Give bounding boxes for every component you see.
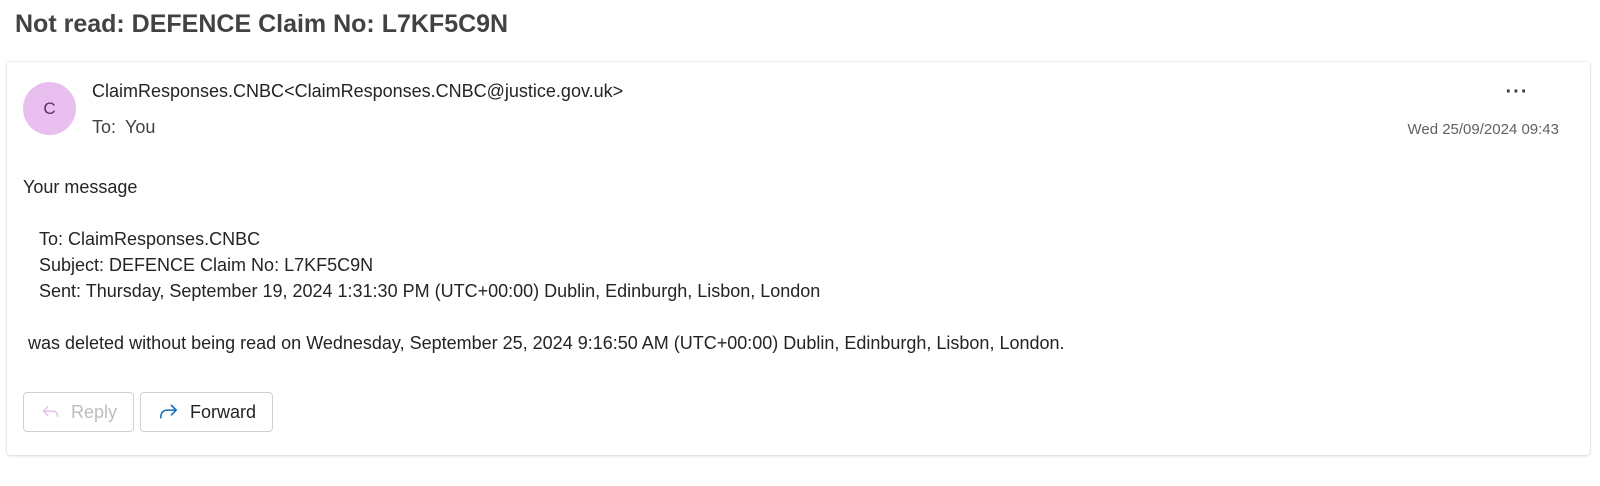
message-subject: Not read: DEFENCE Claim No: L7KF5C9N bbox=[15, 10, 509, 38]
avatar-initial: C bbox=[43, 98, 56, 118]
message-card: C ClaimResponses.CNBC<ClaimResponses.CNB… bbox=[7, 62, 1590, 455]
more-actions-icon[interactable]: ··· bbox=[1500, 76, 1534, 108]
reply-button[interactable]: Reply bbox=[23, 392, 134, 432]
quoted-subject: Subject: DEFENCE Claim No: L7KF5C9N bbox=[39, 255, 374, 275]
forward-arrow-icon bbox=[160, 404, 177, 419]
body-intro: Your message bbox=[23, 177, 138, 197]
reply-arrow-icon bbox=[42, 406, 59, 418]
to-label: To: bbox=[92, 117, 117, 137]
message-body: Your message To: ClaimResponses.CNBC Sub… bbox=[23, 174, 1065, 356]
quoted-to: To: ClaimResponses.CNBC bbox=[39, 229, 261, 249]
recipients-line: To: You bbox=[92, 117, 155, 138]
forward-button[interactable]: Forward bbox=[140, 392, 273, 432]
sender-email: <ClaimResponses.CNBC@justice.gov.uk> bbox=[284, 81, 624, 101]
body-final: was deleted without being read on Wednes… bbox=[28, 333, 1065, 353]
quoted-sent: Sent: Thursday, September 19, 2024 1:31:… bbox=[39, 281, 821, 301]
sender-line[interactable]: ClaimResponses.CNBC<ClaimResponses.CNBC@… bbox=[92, 81, 623, 102]
reply-label: Reply bbox=[70, 401, 117, 422]
quoted-details: To: ClaimResponses.CNBC Subject: DEFENCE… bbox=[39, 226, 1065, 304]
to-value[interactable]: You bbox=[125, 117, 155, 137]
message-actions: Reply Forward bbox=[23, 392, 273, 432]
sender-name: ClaimResponses.CNBC bbox=[92, 81, 285, 101]
forward-label: Forward bbox=[189, 401, 256, 422]
avatar[interactable]: C bbox=[23, 82, 76, 135]
message-datetime: Wed 25/09/2024 09:43 bbox=[1407, 121, 1559, 138]
